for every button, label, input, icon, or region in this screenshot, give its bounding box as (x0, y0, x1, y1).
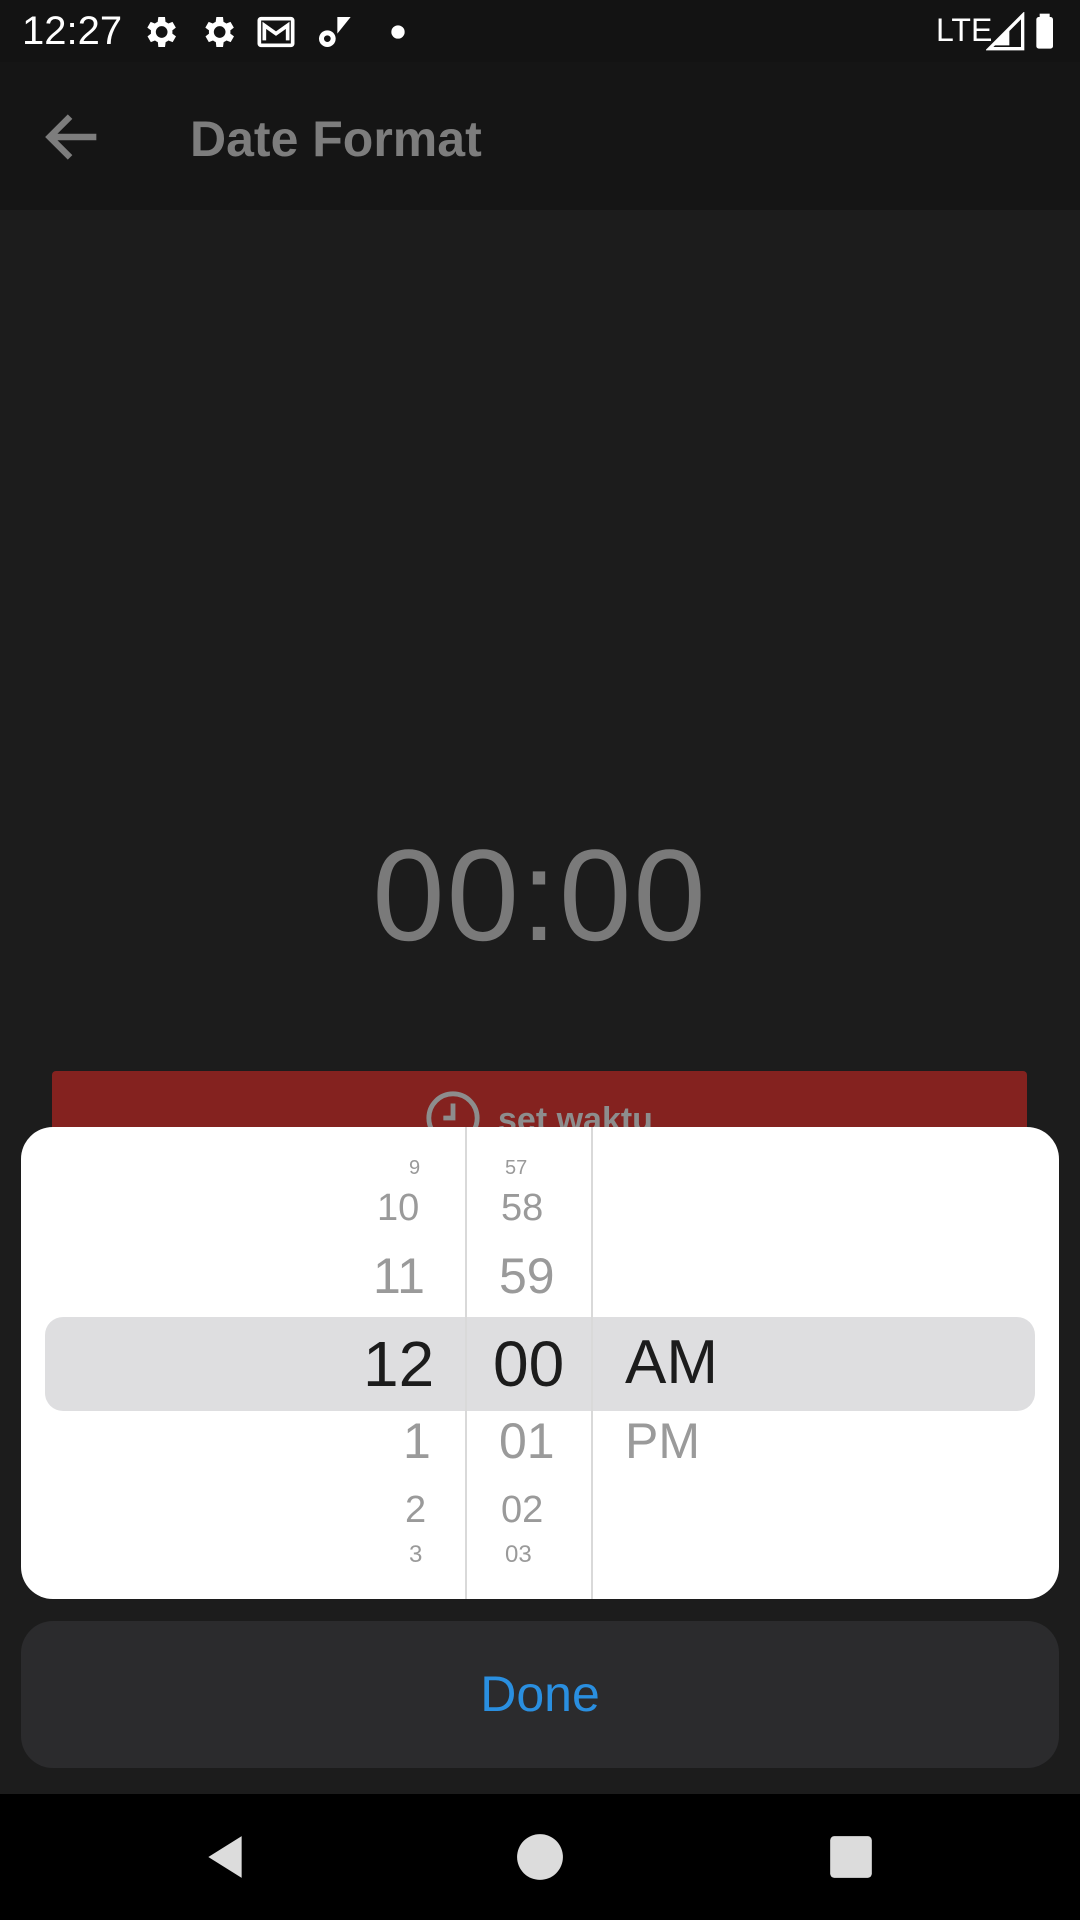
hour-option[interactable]: 11 (373, 1247, 425, 1305)
minute-option[interactable]: 01 (499, 1412, 555, 1470)
hour-option[interactable]: 2 (405, 1489, 426, 1532)
set-time-button[interactable]: set waktu (52, 1071, 1027, 1131)
period-option[interactable]: PM (625, 1412, 700, 1470)
app-bar: Date Format (0, 62, 1080, 210)
period-option-selected[interactable]: AM (625, 1327, 718, 1398)
gear-icon (147, 17, 176, 47)
navigation-bar (0, 1794, 1080, 1920)
time-picker: 9 10 11 12 1 2 3 57 58 59 00 01 02 03 AM… (21, 1127, 1059, 1599)
wifi-settings-icon (319, 17, 351, 47)
hour-option[interactable]: 3 (409, 1541, 422, 1569)
hour-option[interactable]: 10 (377, 1187, 419, 1230)
hour-option[interactable]: 1 (403, 1412, 431, 1470)
status-time: 12:27 (22, 9, 123, 53)
hour-option[interactable]: 9 (409, 1157, 420, 1180)
nav-recents-icon[interactable] (826, 1832, 876, 1882)
column-divider (465, 1127, 467, 1599)
minute-option[interactable]: 59 (499, 1247, 555, 1305)
network-type: LTE (936, 12, 993, 48)
done-button[interactable]: Done (21, 1621, 1059, 1768)
minute-option[interactable]: 58 (501, 1187, 543, 1230)
time-display: 00:00 (372, 822, 708, 968)
minute-option-selected[interactable]: 00 (493, 1327, 564, 1401)
gear-icon (205, 17, 234, 47)
notification-dot-icon (391, 25, 405, 39)
gmail-icon (257, 16, 295, 48)
minute-option[interactable]: 02 (501, 1489, 543, 1532)
hour-option-selected[interactable]: 12 (363, 1327, 434, 1401)
nav-back-icon[interactable] (200, 1832, 250, 1882)
battery-icon (1036, 13, 1053, 49)
column-divider (591, 1127, 593, 1599)
nav-home-icon[interactable] (515, 1832, 565, 1882)
arrow-back-icon[interactable] (38, 102, 108, 172)
minute-option[interactable]: 57 (505, 1157, 527, 1180)
signal-icon (986, 12, 1025, 51)
status-bar: 12:27 LTE (0, 0, 1080, 62)
page-title: Date Format (190, 111, 482, 167)
done-label: Done (480, 1666, 600, 1722)
clock-icon (426, 1091, 480, 1131)
minute-option[interactable]: 03 (505, 1541, 532, 1569)
